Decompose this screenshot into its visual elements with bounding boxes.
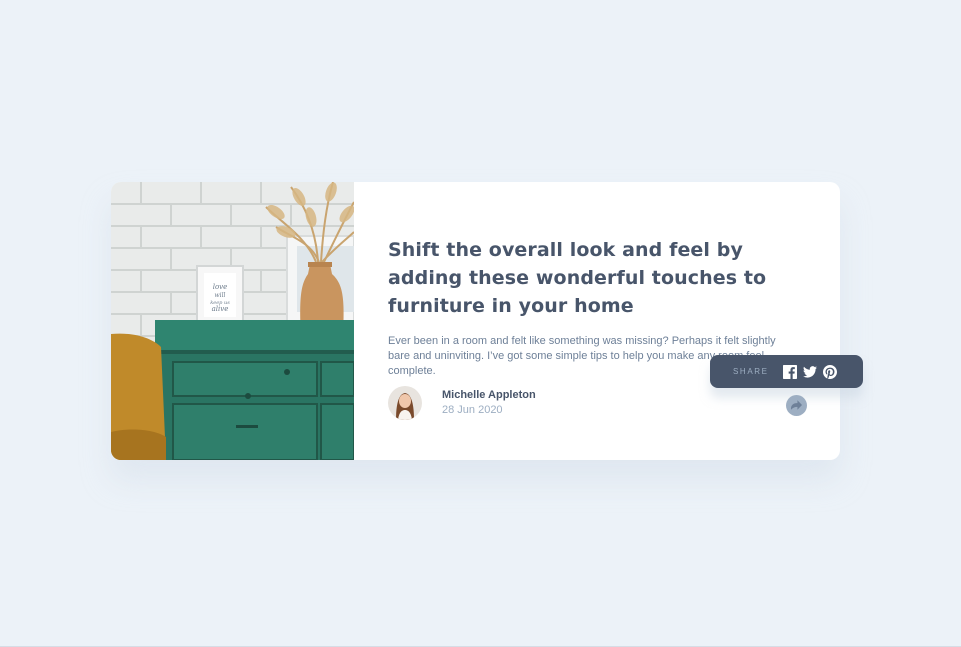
article-card: love will keep us alive Shift the overal… (111, 182, 863, 460)
svg-text:will: will (215, 292, 226, 299)
author-info: Michelle Appleton 28 Jun 2020 (388, 386, 536, 420)
article-title: Shift the overall look and feel by addin… (388, 239, 767, 317)
post-date: 28 Jun 2020 (442, 404, 503, 416)
share-popup: SHARE (710, 355, 863, 388)
svg-text:alive: alive (212, 305, 229, 313)
share-label: SHARE (733, 367, 769, 376)
avatar (388, 386, 422, 420)
article-image: love will keep us alive (111, 182, 354, 460)
twitter-icon[interactable] (802, 365, 817, 379)
pinterest-icon[interactable] (822, 364, 837, 379)
facebook-icon[interactable] (782, 364, 797, 379)
author-name: Michelle Appleton (442, 389, 536, 401)
share-button[interactable] (786, 395, 807, 416)
svg-text:love: love (213, 283, 228, 291)
share-icon (791, 397, 802, 415)
